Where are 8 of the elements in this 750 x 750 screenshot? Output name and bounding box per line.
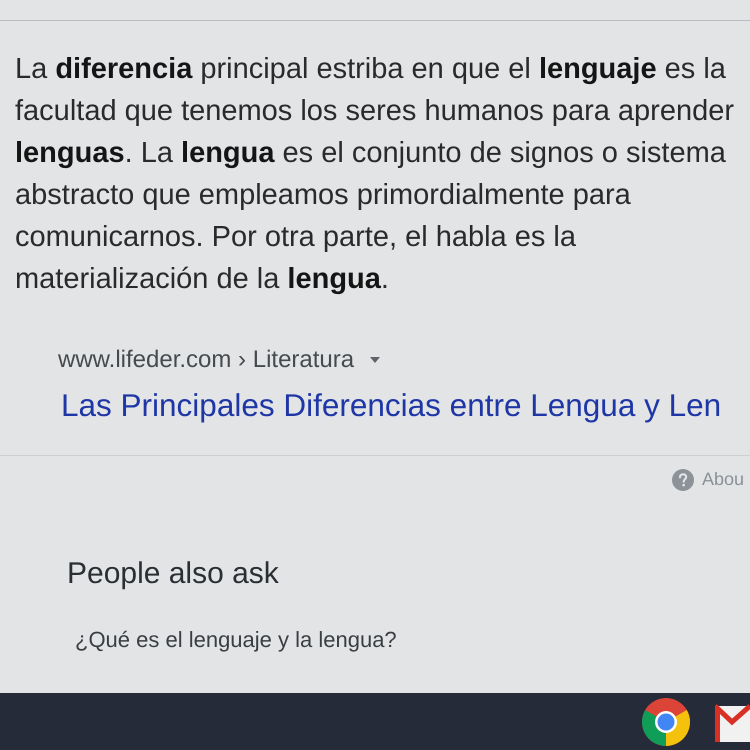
mail-icon[interactable] <box>715 702 750 742</box>
chrome-icon[interactable] <box>641 696 691 746</box>
caret-icon[interactable] <box>370 357 380 363</box>
result-title-link[interactable]: Las Principales Diferencias entre Lengua y Len <box>61 380 722 430</box>
breadcrumb-url: www.lifeder.com › Literatura <box>58 345 354 375</box>
snippet-paragraph: La diferencia principal estriba en que el lenguaje es la facultad que tenemos los seres humanos para aprender lenguas. La lengua es el conjunto de signos o sistema abstracto que empleamos primordialmente para comunicarnos. Por otra parte, el habla es la materialización de la lengua. <box>15 52 735 297</box>
question-item[interactable]: ¿Qué es el lenguaje y la lengua? <box>75 625 750 654</box>
section-heading: People also ask <box>67 556 280 592</box>
